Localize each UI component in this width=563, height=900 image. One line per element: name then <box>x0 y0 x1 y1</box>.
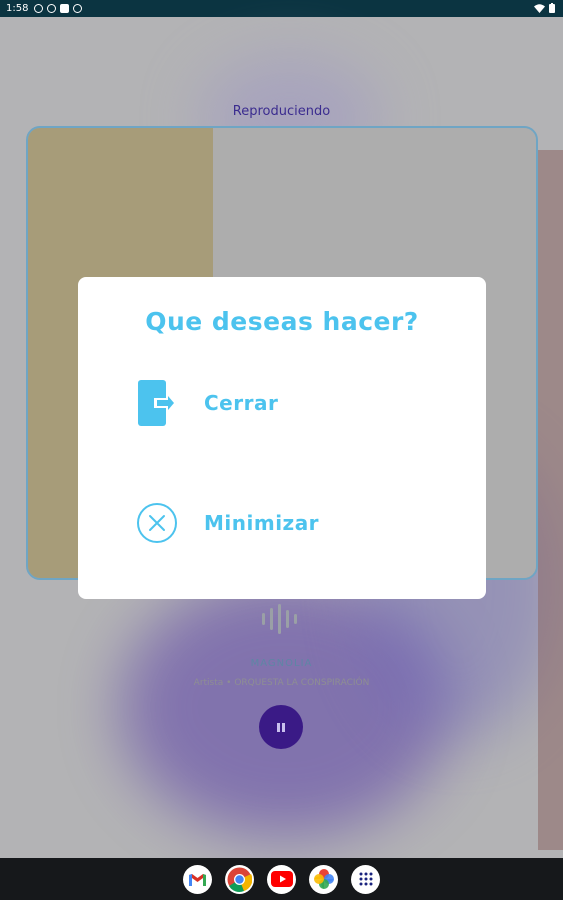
pause-icon <box>277 722 285 732</box>
wifi-icon <box>534 3 545 13</box>
notification-icon <box>34 4 44 13</box>
player-header: Reproduciendo <box>232 104 331 119</box>
pause-button[interactable] <box>259 705 303 749</box>
youtube-icon[interactable] <box>267 864 296 894</box>
track-title: MAGNOLIA <box>250 658 313 669</box>
dialog-title: Que deseas hacer? <box>145 307 419 336</box>
battery-icon <box>549 3 555 13</box>
audio-wave-icon <box>262 604 297 634</box>
chrome-icon[interactable] <box>225 864 254 894</box>
action-dialog: Que deseas hacer? Cerrar Minimizar <box>78 277 486 599</box>
minimize-label: Minimizar <box>204 511 320 535</box>
notification-icon <box>47 4 57 13</box>
minimize-option[interactable]: Minimizar <box>136 502 319 544</box>
status-bar: 1:58 <box>0 0 563 17</box>
taskbar <box>0 858 563 900</box>
photos-icon[interactable] <box>309 864 338 894</box>
close-label: Cerrar <box>204 391 279 415</box>
close-option[interactable]: Cerrar <box>136 379 278 427</box>
track-artist: Artista • ORQUESTA LA CONSPIRACIÓN <box>193 678 370 688</box>
sd-card-icon <box>60 4 70 13</box>
status-time: 1:58 <box>6 3 29 14</box>
app-drawer-icon[interactable] <box>351 864 380 894</box>
close-circle-icon <box>137 503 177 543</box>
notification-icon <box>73 4 83 13</box>
gmail-icon[interactable] <box>183 864 212 894</box>
exit-icon <box>138 380 177 426</box>
next-card-peek <box>538 150 563 850</box>
